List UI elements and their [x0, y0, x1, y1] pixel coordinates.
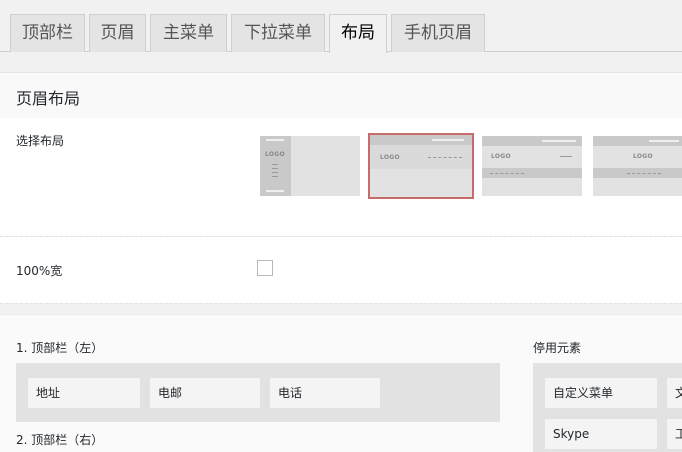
- disabled-elements-title: 停用元素: [533, 341, 582, 355]
- layout-option-1[interactable]: LOGO: [260, 136, 360, 196]
- tab-topbar[interactable]: 顶部栏: [10, 14, 85, 52]
- layout-option-4[interactable]: LOGO: [593, 136, 682, 196]
- element-phone[interactable]: 电话: [270, 378, 380, 408]
- element-skype[interactable]: Skype: [545, 419, 657, 449]
- full-width-row: 100%宽: [0, 237, 682, 303]
- group-topbar-right-title: 2. 顶部栏（右）: [16, 433, 104, 447]
- layout-select-label: 选择布局: [16, 134, 65, 148]
- row-divider: [0, 303, 682, 304]
- layout-option-2[interactable]: LOGO: [368, 133, 474, 199]
- element-custom-menu[interactable]: 自定义菜单: [545, 378, 657, 408]
- full-width-label: 100%宽: [16, 264, 63, 278]
- tab-mobile-header[interactable]: 手机页眉: [391, 14, 485, 52]
- layout-option-4-logo: LOGO: [633, 153, 653, 160]
- element-text[interactable]: 文: [667, 378, 682, 408]
- layout-option-1-logo: LOGO: [265, 151, 285, 158]
- layout-option-3-logo: LOGO: [491, 153, 511, 160]
- layout-option-3[interactable]: LOGO: [482, 136, 582, 196]
- tab-layout[interactable]: 布局: [329, 14, 387, 53]
- element-tool[interactable]: 工: [667, 419, 682, 449]
- element-address[interactable]: 地址: [28, 378, 140, 408]
- element-email[interactable]: 电邮: [150, 378, 260, 408]
- layout-option-2-logo: LOGO: [380, 154, 400, 161]
- tab-header[interactable]: 页眉: [89, 14, 146, 52]
- tab-main-menu[interactable]: 主菜单: [150, 14, 227, 52]
- settings-tab-bar: 顶部栏 页眉 主菜单 下拉菜单 布局 手机页眉: [0, 0, 682, 53]
- disabled-elements-zone[interactable]: 自定义菜单 文 Skype 工: [533, 363, 682, 452]
- tab-dropdown-menu[interactable]: 下拉菜单: [231, 14, 325, 52]
- topbar-left-drop-zone[interactable]: 地址 电邮 电话: [16, 363, 500, 422]
- header-builder: 1. 顶部栏（左） 地址 电邮 电话 2. 顶部栏（右） 停用元素 自定义菜单 …: [0, 314, 682, 452]
- section-header: 页眉布局: [0, 72, 682, 118]
- section-title: 页眉布局: [16, 89, 81, 108]
- group-topbar-left-title: 1. 顶部栏（左）: [16, 341, 104, 355]
- full-width-checkbox[interactable]: [257, 260, 273, 276]
